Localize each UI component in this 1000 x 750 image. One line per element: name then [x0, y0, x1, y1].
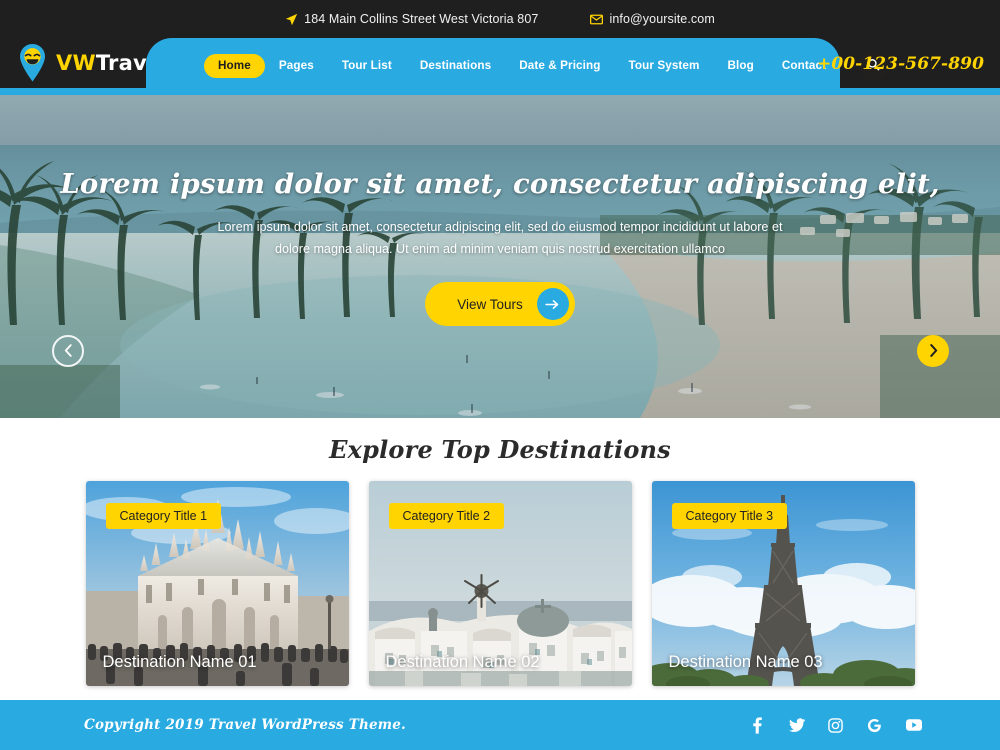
address-item: 184 Main Collins Street West Victoria 80… — [285, 12, 538, 26]
slider-next-button[interactable] — [917, 335, 949, 367]
destination-card[interactable]: Category Title 1 Destination Name 01 — [85, 481, 349, 686]
destination-card[interactable]: Category Title 2 Destination Name 02 — [368, 481, 632, 686]
site-footer: Copyright 2019 Travel WordPress Theme. — [0, 700, 1000, 750]
nav-bar: Home Pages Tour List Destinations Date &… — [146, 38, 889, 93]
slider-prev-button[interactable] — [52, 335, 84, 367]
location-arrow-icon — [285, 13, 298, 26]
envelope-icon — [590, 14, 604, 25]
header-phone[interactable]: +00-123-567-890 — [817, 54, 984, 74]
card-category-badge: Category Title 2 — [388, 503, 505, 529]
view-tours-label: View Tours — [457, 296, 523, 312]
card-title: Destination Name 02 — [385, 653, 540, 671]
social-links — [749, 716, 922, 734]
address-text: 184 Main Collins Street West Victoria 80… — [304, 12, 539, 26]
card-title: Destination Name 03 — [668, 653, 823, 671]
instagram-icon[interactable] — [827, 717, 844, 734]
card-title: Destination Name 01 — [102, 653, 257, 671]
menu-item-home[interactable]: Home — [204, 53, 265, 78]
twitter-icon[interactable] — [788, 717, 805, 734]
card-category-badge: Category Title 1 — [105, 503, 222, 529]
menu-item-date-pricing[interactable]: Date & Pricing — [505, 38, 614, 93]
hero-content: Lorem ipsum dolor sit amet, consectetur … — [0, 95, 1000, 418]
destination-card-list: Category Title 1 Destination Name 01 Cat… — [0, 481, 1000, 686]
email-text: info@yoursite.com — [609, 12, 715, 26]
menu-item-pages[interactable]: Pages — [265, 38, 328, 93]
email-item[interactable]: info@yoursite.com — [590, 12, 715, 26]
hero-slider: Lorem ipsum dolor sit amet, consectetur … — [0, 95, 1000, 418]
destinations-section: Explore Top Destinations Category Title … — [0, 418, 1000, 700]
header-bottom-strip — [0, 88, 1000, 95]
copyright-text: Copyright 2019 Travel WordPress Theme. — [84, 717, 406, 733]
menu-item-tour-system[interactable]: Tour System — [614, 38, 713, 93]
chevron-right-icon — [929, 342, 938, 361]
menu-item-destinations[interactable]: Destinations — [406, 38, 505, 93]
menu-item-tour-list[interactable]: Tour List — [328, 38, 406, 93]
hero-title: Lorem ipsum dolor sit amet, consectetur … — [60, 168, 940, 200]
youtube-icon[interactable] — [905, 717, 922, 734]
facebook-icon[interactable] — [749, 716, 766, 734]
chevron-left-icon — [64, 342, 73, 361]
card-category-badge: Category Title 3 — [671, 503, 788, 529]
arrow-right-icon — [536, 288, 569, 320]
hero-subtitle: Lorem ipsum dolor sit amet, consectetur … — [217, 220, 783, 256]
map-pin-smiley-icon — [16, 43, 49, 83]
menu-item-blog[interactable]: Blog — [714, 38, 768, 93]
logo-accent: VW — [56, 51, 96, 75]
google-icon[interactable] — [866, 717, 883, 734]
site-header: VWTravel Home Pages Tour List Destinatio… — [0, 38, 1000, 93]
destination-card[interactable]: Category Title 3 Destination Name 03 — [651, 481, 915, 686]
top-contact-bar: 184 Main Collins Street West Victoria 80… — [0, 0, 1000, 38]
view-tours-button[interactable]: View Tours — [425, 282, 575, 326]
primary-menu: Home Pages Tour List Destinations Date &… — [146, 38, 889, 93]
section-heading: Explore Top Destinations — [329, 435, 671, 464]
